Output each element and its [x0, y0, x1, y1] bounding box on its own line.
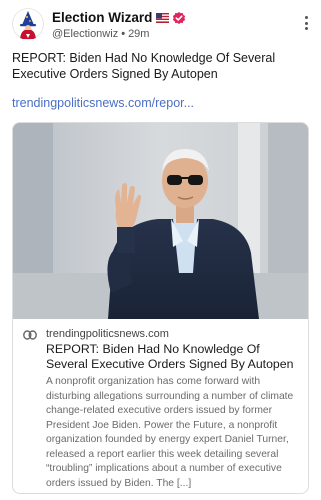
post-link[interactable]: trendingpoliticsnews.com/repor... [12, 95, 194, 111]
card-domain: trendingpoliticsnews.com [46, 328, 169, 340]
post-header: Election Wizard @Electionwiz • 29m [12, 6, 309, 42]
card-description: A nonprofit organization has come forwar… [46, 376, 294, 489]
card-photo [13, 123, 308, 319]
link-preview-card[interactable]: trendingpoliticsnews.com REPORT: Biden H… [12, 122, 309, 494]
more-dot [304, 21, 308, 25]
post-text: REPORT: Biden Had No Knowledge Of Severa… [12, 51, 276, 81]
author-avatar[interactable] [12, 8, 44, 40]
card-body: trendingpoliticsnews.com REPORT: Biden H… [13, 319, 308, 493]
meta-separator: • [121, 28, 126, 40]
author-name-row: Election Wizard [52, 9, 289, 26]
author-meta: @Electionwiz • 29m [52, 27, 289, 41]
verified-badge-icon [173, 11, 186, 24]
card-image[interactable] [13, 123, 308, 319]
wizard-avatar-icon [12, 8, 44, 40]
card-title[interactable]: REPORT: Biden Had No Knowledge Of Severa… [46, 342, 301, 372]
post-time[interactable]: 29m [128, 28, 149, 40]
author-info: Election Wizard @Electionwiz • 29m [52, 9, 289, 41]
more-dot [304, 27, 308, 30]
link-icon [23, 330, 37, 340]
author-name[interactable]: Election Wizard [52, 10, 152, 25]
us-flag-icon [156, 12, 170, 23]
author-handle[interactable]: @Electionwiz [52, 28, 118, 40]
more-dot [304, 16, 308, 19]
more-vertical-icon[interactable] [299, 14, 313, 32]
